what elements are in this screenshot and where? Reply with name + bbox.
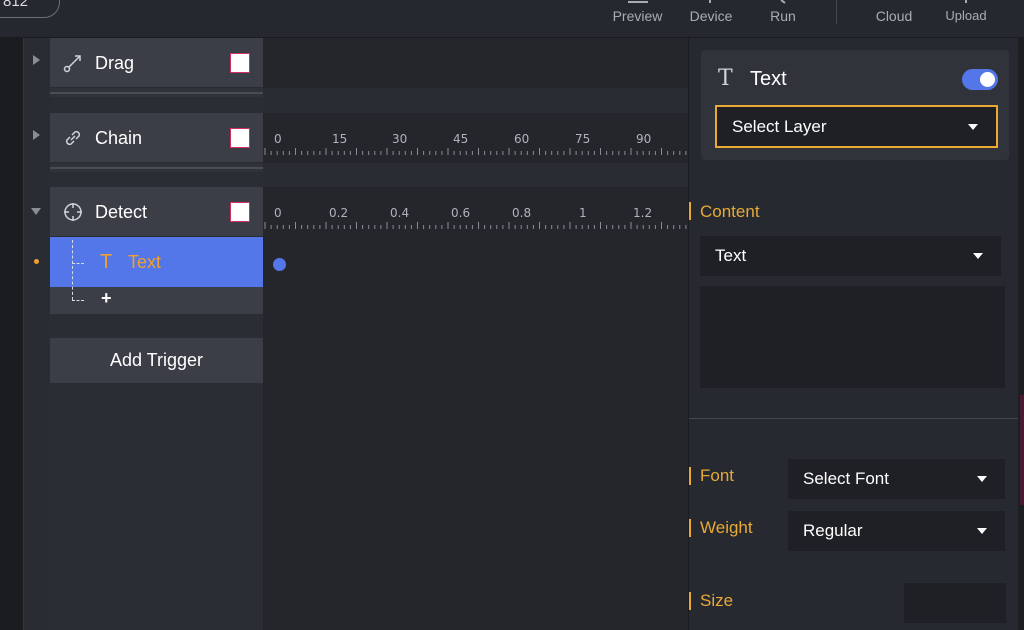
detect-child-text[interactable]: T Text <box>50 237 263 287</box>
content-select-value: Text <box>715 246 747 265</box>
ruler-tick-label: 0 <box>274 206 282 220</box>
chevron-down-icon <box>968 124 978 130</box>
trigger-checkbox-chain[interactable] <box>230 128 250 148</box>
font-select[interactable]: Select Font <box>788 459 1005 499</box>
enable-toggle[interactable] <box>962 69 998 90</box>
preview-button[interactable]: Preview <box>610 0 665 38</box>
window-edge-accent <box>1020 395 1024 505</box>
run-button[interactable]: Run <box>763 0 803 38</box>
preview-icon <box>627 1 648 3</box>
upload-label: Upload <box>945 8 987 23</box>
chevron-down-icon <box>973 253 983 259</box>
timeline-ruler-detect: 0 0.2 0.4 0.6 0.8 1 1.2 <box>263 206 688 246</box>
expand-chain-icon[interactable] <box>33 130 40 140</box>
window-edge <box>1018 38 1024 630</box>
field-marker <box>689 202 691 220</box>
weight-select-value: Regular <box>803 521 863 540</box>
trigger-label-detect: Detect <box>95 202 148 222</box>
ruler-tick-label: 15 <box>332 132 348 146</box>
trigger-checkbox-drag[interactable] <box>230 53 250 73</box>
add-trigger-button[interactable]: Add Trigger <box>50 338 263 383</box>
run-label: Run <box>770 8 796 24</box>
layer-select[interactable]: Select Layer <box>715 105 998 148</box>
divider <box>50 167 263 169</box>
device-label: Device <box>689 8 733 24</box>
upload-icon <box>965 0 967 3</box>
size-input[interactable] <box>904 583 1006 623</box>
collapse-detect-icon[interactable] <box>31 208 41 215</box>
trigger-label-drag: Drag <box>95 53 135 73</box>
ruler-tick-label: 0.4 <box>390 206 410 220</box>
ruler-tick-label: 1 <box>579 206 587 220</box>
trigger-gutter <box>23 38 50 630</box>
field-marker <box>689 592 691 610</box>
tree-connector <box>72 240 73 300</box>
trigger-checkbox-detect[interactable] <box>230 202 250 222</box>
trigger-row-chain[interactable]: Chain <box>50 113 263 163</box>
zoom-label: 812 <box>3 0 29 10</box>
inspector-title: Text <box>750 68 787 90</box>
tree-connector <box>72 300 84 301</box>
run-icon <box>780 0 786 4</box>
keyframe-dot[interactable] <box>273 258 286 271</box>
ruler-tick-label: 30 <box>392 132 408 146</box>
content-label: Content <box>700 202 760 221</box>
chain-icon <box>65 130 81 146</box>
field-marker <box>689 467 691 485</box>
cloud-button[interactable]: Cloud <box>870 0 918 38</box>
ruler-tick-label: 0.2 <box>329 206 349 220</box>
trigger-label-chain: Chain <box>95 128 143 148</box>
text-icon: T <box>100 251 113 273</box>
ruler-tick-label: 90 <box>636 132 652 146</box>
content-select[interactable]: Text <box>700 236 1001 276</box>
toolbar-divider <box>836 0 837 24</box>
ruler-tick-label: 1.2 <box>633 206 653 220</box>
top-toolbar: 812 Preview Device Run Cloud Upload <box>0 0 1024 38</box>
trigger-row-drag[interactable]: Drag <box>50 38 263 88</box>
app-root: 812 Preview Device Run Cloud Upload Drag… <box>0 0 1024 630</box>
canvas-edge <box>0 38 23 630</box>
cloud-label: Cloud <box>875 8 913 24</box>
crosshair-icon <box>64 203 82 221</box>
chevron-down-icon <box>977 476 987 482</box>
plus-icon: + <box>101 288 112 308</box>
zoom-pill[interactable]: 812 <box>0 0 60 18</box>
timeline-area <box>263 38 688 630</box>
divider <box>50 92 263 94</box>
field-marker <box>689 519 691 537</box>
trigger-row-detect[interactable]: Detect <box>50 187 263 237</box>
size-label: Size <box>700 591 734 610</box>
device-icon <box>709 0 711 3</box>
ruler-ticks <box>264 222 687 229</box>
font-label: Font <box>700 466 735 485</box>
ruler-tick-label: 45 <box>453 132 469 146</box>
text-icon: T <box>718 66 733 91</box>
ruler-tick-label: 0.6 <box>451 206 471 220</box>
drag-icon <box>63 55 81 73</box>
timeline-ruler-chain: 0 15 30 45 60 75 90 <box>263 132 688 172</box>
weight-select[interactable]: Regular <box>788 511 1005 551</box>
active-indicator-dot <box>34 259 39 264</box>
chevron-down-icon <box>977 528 987 534</box>
ruler-ticks <box>264 148 687 155</box>
font-select-value: Select Font <box>803 469 889 488</box>
expand-drag-icon[interactable] <box>33 55 40 65</box>
content-textarea[interactable] <box>700 286 1005 388</box>
detect-child-label: Text <box>128 252 162 272</box>
section-divider <box>689 418 1024 419</box>
cloud-icon <box>882 0 906 8</box>
tree-connector <box>72 263 84 264</box>
ruler-tick-label: 0 <box>274 132 282 146</box>
weight-label: Weight <box>700 518 753 537</box>
ruler-tick-label: 0.8 <box>512 206 532 220</box>
ruler-tick-label: 60 <box>514 132 530 146</box>
timeline-band <box>263 88 688 113</box>
toggle-knob <box>980 72 995 87</box>
ruler-tick-label: 75 <box>575 132 591 146</box>
preview-label: Preview <box>612 8 663 24</box>
upload-button[interactable]: Upload <box>940 0 992 38</box>
layer-select-value: Select Layer <box>732 117 827 136</box>
device-button[interactable]: Device <box>684 0 738 38</box>
